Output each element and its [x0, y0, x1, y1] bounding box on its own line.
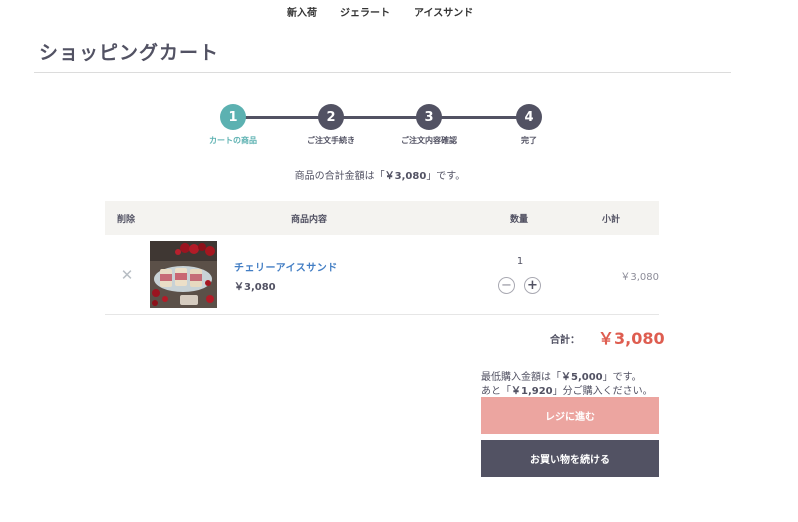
step-4-circle: 4 — [516, 104, 542, 130]
cart-table-header: 削除 商品内容 数量 小計 — [105, 201, 659, 235]
total-message-amount: ￥3,080 — [384, 171, 427, 182]
step-connector — [436, 116, 522, 119]
header-remove: 削除 — [117, 215, 136, 225]
header-quantity: 数量 — [510, 215, 529, 225]
step-connector — [240, 116, 326, 119]
step-3-circle: 3 — [416, 104, 442, 130]
total-value: ￥3,080 — [598, 329, 665, 348]
step-2-label: ご注文手続き — [307, 136, 355, 145]
step-4-label: 完了 — [521, 136, 537, 145]
cart-total-message: 商品の合計金額は「￥3,080」です。 — [0, 167, 760, 182]
header-subtotal: 小計 — [602, 215, 621, 225]
checkout-button[interactable]: レジに進む — [481, 397, 659, 434]
remaining-amount-note: あと「￥1,920」分ご購入ください。 — [481, 382, 653, 397]
header-product: 商品内容 — [291, 215, 328, 225]
product-thumbnail[interactable] — [150, 241, 217, 308]
total-label: 合計： — [550, 335, 580, 346]
minus-icon: − — [501, 278, 512, 293]
nav-item-ice-sandwich[interactable]: アイスサンド — [414, 4, 473, 19]
step-2-circle: 2 — [318, 104, 344, 130]
step-connector — [338, 116, 424, 119]
product-price: ￥3,080 — [234, 282, 276, 293]
quantity-decrease-button[interactable]: − — [498, 277, 515, 294]
step-1-circle: 1 — [220, 104, 246, 130]
remaining-note-prefix: あと「 — [481, 386, 511, 397]
nav-item-gelato[interactable]: ジェラート — [340, 4, 390, 19]
remaining-note-suffix: 」分ご購入ください。 — [552, 386, 653, 397]
quantity-value: 1 — [516, 256, 524, 267]
total-message-suffix: 」です。 — [426, 171, 466, 182]
item-subtotal: ￥3,080 — [620, 272, 659, 283]
page-title: ショッピングカート — [39, 42, 220, 64]
quantity-increase-button[interactable]: + — [524, 277, 541, 294]
product-name-link[interactable]: チェリーアイスサンド — [234, 259, 338, 274]
nav-item-new-arrivals[interactable]: 新入荷 — [287, 4, 317, 19]
row-divider — [105, 314, 659, 315]
remaining-note-amount: ￥1,920 — [511, 386, 553, 397]
step-3-label: ご注文内容確認 — [401, 136, 457, 145]
continue-shopping-button[interactable]: お買い物を続ける — [481, 440, 659, 477]
minimum-purchase-note: 最低購入金額は「￥5,000」です。 — [481, 368, 642, 383]
title-divider — [34, 72, 731, 73]
remove-item-icon[interactable]: ✕ — [118, 266, 136, 284]
plus-icon: + — [527, 278, 538, 293]
top-nav: 新入荷 ジェラート アイスサンド — [0, 0, 798, 24]
step-1-label: カートの商品 — [209, 136, 257, 145]
product-image — [150, 241, 217, 308]
total-message-prefix: 商品の合計金額は「 — [294, 171, 385, 182]
